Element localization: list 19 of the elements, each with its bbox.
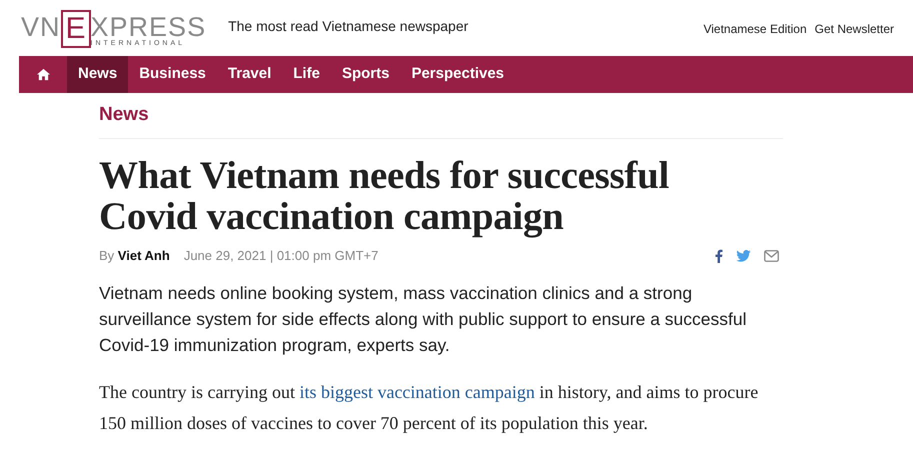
top-link[interactable]: Get Newsletter <box>814 20 894 38</box>
mail-icon[interactable] <box>764 250 779 262</box>
nav-tab[interactable]: Business <box>128 56 217 93</box>
section-title[interactable]: News <box>99 101 149 130</box>
headline: What Vietnam needs for successful Covid vaccination campaign <box>99 155 670 237</box>
nav-tab[interactable]: News <box>67 56 128 93</box>
twitter-icon[interactable] <box>736 250 751 262</box>
nav-tab[interactable]: Travel <box>216 56 282 93</box>
nav-tab[interactable]: Sports <box>330 56 400 93</box>
body-paragraph: The country is carrying out its biggest vaccination campaign in history, and aims to procure 150 million doses of vaccines to cover 70 percent of its population this year. <box>99 380 760 435</box>
nav-tab[interactable]: Life <box>282 56 331 93</box>
tagline: The most read Vietnamese newspaper <box>228 16 468 36</box>
lead-paragraph: Vietnam needs online booking system, mass vaccination clinics and a strong surveillance system for side effects along with public support to ensure a successful Covid-19 immunization program, experts say. <box>99 282 748 357</box>
nav-tab[interactable]: Perspectives <box>400 56 516 93</box>
top-link[interactable]: Vietnamese Edition <box>703 20 807 38</box>
article-link[interactable]: its biggest vaccination campaign <box>299 382 535 402</box>
facebook-icon[interactable] <box>715 248 723 263</box>
byline: By Viet Anh <box>99 247 170 265</box>
publish-date: June 29, 2021 | 01:00 pm GMT+7 <box>184 247 378 265</box>
